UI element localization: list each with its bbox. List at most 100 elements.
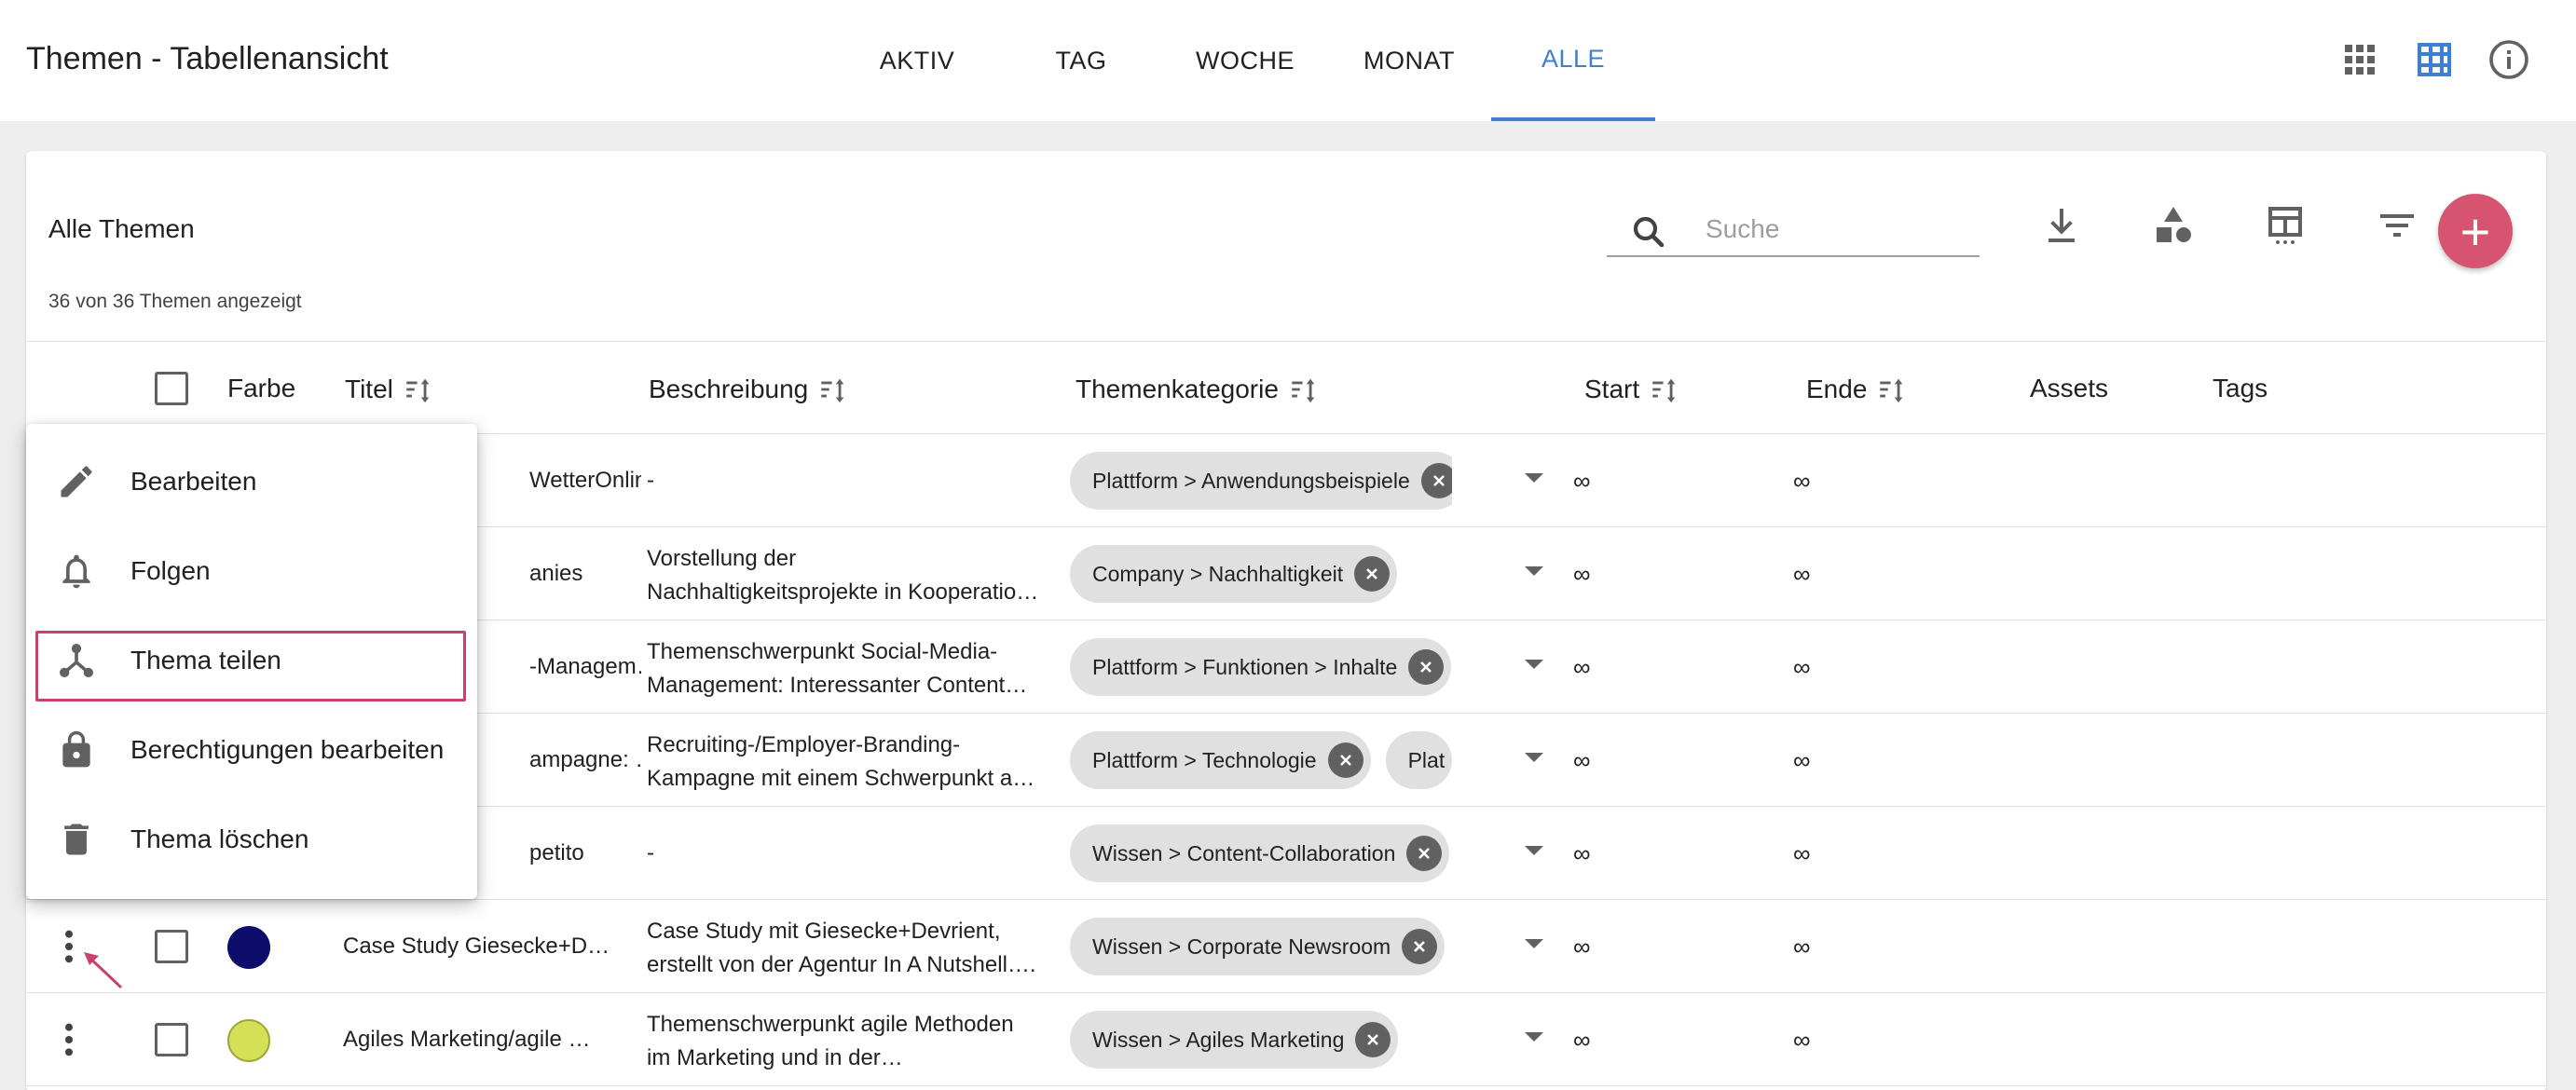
end-value: ∞	[1793, 466, 1811, 495]
category-chips: Wissen > Content-Collaboration	[1070, 807, 1452, 900]
remove-chip-icon[interactable]	[1402, 929, 1438, 964]
chip-label: Wissen > Corporate Newsroom	[1092, 933, 1391, 959]
category-chip[interactable]: Wissen > Corporate Newsroom	[1070, 918, 1446, 975]
category-dropdown-arrow-icon[interactable]	[1525, 566, 1543, 576]
category-chip[interactable]: Plattform > Technologie	[1070, 731, 1371, 789]
end-value: ∞	[1793, 1025, 1811, 1054]
sort-icon[interactable]	[1649, 374, 1680, 405]
category-chip[interactable]: Plattform > Funktionen > Inhalte	[1070, 638, 1452, 696]
column-header-start[interactable]: Start	[1584, 374, 1680, 405]
category-chip[interactable]: Plat	[1385, 731, 1452, 789]
category-chip[interactable]: Wissen > Content-Collaboration	[1070, 824, 1450, 882]
table-columns-icon[interactable]	[2263, 203, 2308, 248]
category-chips: Wissen > Corporate Newsroom	[1070, 900, 1452, 993]
start-value: ∞	[1573, 466, 1591, 495]
end-value: ∞	[1793, 652, 1811, 681]
column-header-assets: Assets	[2030, 374, 2108, 403]
more-actions-icon[interactable]	[60, 1021, 78, 1058]
tab-woche[interactable]: WOCHE	[1163, 0, 1327, 121]
description-line: Recruiting-/Employer-Branding-	[647, 732, 961, 757]
column-label: Assets	[2030, 374, 2109, 402]
description-line: im Marketing und in der…	[647, 1045, 903, 1070]
remove-chip-icon[interactable]	[1355, 1022, 1391, 1057]
row-checkbox[interactable]	[155, 930, 188, 963]
tab-alle[interactable]: ALLE	[1491, 0, 1655, 121]
menu-item-follow[interactable]: Folgen	[26, 526, 477, 616]
chip-label: Plattform > Anwendungsbeispiele	[1092, 468, 1410, 493]
column-header-title[interactable]: Titel	[345, 374, 434, 405]
add-theme-button[interactable]: +	[2438, 194, 2513, 268]
category-dropdown-arrow-icon[interactable]	[1525, 753, 1543, 762]
table-view-icon[interactable]	[2412, 37, 2457, 82]
download-icon[interactable]	[2039, 203, 2084, 248]
search-input[interactable]	[1706, 211, 1966, 248]
category-dropdown-arrow-icon[interactable]	[1525, 473, 1543, 483]
column-header-color[interactable]: Farbe	[227, 374, 295, 403]
menu-item-delete[interactable]: Thema löschen	[26, 795, 477, 884]
row-description: -	[647, 837, 1057, 870]
menu-label: Bearbeiten	[130, 467, 257, 496]
tab-aktiv[interactable]: AKTIV	[835, 0, 999, 121]
category-chip[interactable]: Company > Nachhaltigkeit	[1070, 545, 1398, 603]
menu-item-permissions[interactable]: Berechtigungen bearbeiten	[26, 705, 477, 795]
description-line: Kampagne mit einem Schwerpunkt a…	[647, 766, 1035, 791]
select-all-checkbox[interactable]	[155, 372, 188, 405]
category-dropdown-arrow-icon[interactable]	[1525, 1032, 1543, 1042]
description-line: -	[647, 840, 654, 865]
menu-label: Thema teilen	[130, 646, 281, 674]
filter-icon[interactable]	[2375, 203, 2419, 248]
description-line: Case Study mit Giesecke+Devrient,	[647, 919, 1001, 944]
column-label: Themenkategorie	[1076, 375, 1279, 403]
column-header-category[interactable]: Themenkategorie	[1076, 374, 1320, 405]
category-dropdown-arrow-icon[interactable]	[1525, 939, 1543, 948]
menu-label: Berechtigungen bearbeiten	[130, 735, 445, 764]
category-chips: Wissen > Agiles Marketing	[1070, 993, 1452, 1086]
column-header-tags: Tags	[2213, 374, 2268, 403]
chip-label: Wissen > Content-Collaboration	[1092, 840, 1396, 865]
tab-tag[interactable]: TAG	[999, 0, 1163, 121]
row-description: Vorstellung der Nachhaltigkeitsprojekte i…	[647, 542, 1057, 609]
table-row[interactable]: Agiles Marketing/agile … Themenschwerpun…	[26, 993, 2546, 1086]
sort-icon[interactable]	[1876, 374, 1908, 405]
sort-icon[interactable]	[403, 374, 434, 405]
column-header-description[interactable]: Beschreibung	[649, 374, 849, 405]
category-chip[interactable]: Wissen > Agiles Marketing	[1070, 1011, 1399, 1069]
end-value: ∞	[1793, 838, 1811, 867]
category-dropdown-arrow-icon[interactable]	[1525, 660, 1543, 669]
start-value: ∞	[1573, 838, 1591, 867]
category-dropdown-arrow-icon[interactable]	[1525, 846, 1543, 855]
chip-label: Plat	[1407, 747, 1446, 772]
sort-icon[interactable]	[1288, 374, 1320, 405]
remove-chip-icon[interactable]	[1354, 556, 1391, 592]
end-value: ∞	[1793, 745, 1811, 774]
row-title: Agiles Marketing/agile …	[343, 1027, 591, 1052]
category-chip[interactable]: Plattform > Anwendungsbeispiele	[1070, 452, 1452, 510]
grid-view-icon[interactable]	[2337, 37, 2382, 82]
tab-monat[interactable]: MONAT	[1327, 0, 1491, 121]
sort-icon[interactable]	[817, 374, 849, 405]
remove-chip-icon[interactable]	[1406, 836, 1443, 871]
more-actions-icon[interactable]	[60, 928, 78, 965]
page-title: Themen - Tabellenansicht	[26, 41, 389, 76]
start-value: ∞	[1573, 559, 1591, 588]
shapes-icon[interactable]	[2151, 203, 2196, 248]
description-line: Nachhaltigkeitsprojekte in Kooperatio…	[647, 579, 1039, 605]
column-header-end[interactable]: Ende	[1806, 374, 1908, 405]
row-description: Case Study mit Giesecke+Devrient, erstell…	[647, 915, 1057, 982]
color-dot	[227, 1019, 270, 1062]
table-row[interactable]: Case Study Giesecke+D… Case Study mit Gi…	[26, 900, 2546, 993]
remove-chip-icon[interactable]	[1408, 649, 1445, 685]
search-field	[1607, 203, 1980, 257]
category-chips: Company > Nachhaltigkeit	[1070, 527, 1452, 620]
chip-label: Plattform > Technologie	[1092, 747, 1317, 772]
column-label: Beschreibung	[649, 375, 809, 403]
info-icon[interactable]	[2487, 37, 2531, 82]
description-line: erstellt von der Agentur In A Nutshell….	[647, 952, 1036, 977]
remove-chip-icon[interactable]	[1420, 463, 1452, 498]
remove-chip-icon[interactable]	[1327, 743, 1363, 778]
row-checkbox[interactable]	[155, 1023, 188, 1056]
chip-label: Company > Nachhaltigkeit	[1092, 561, 1344, 586]
menu-item-edit[interactable]: Bearbeiten	[26, 437, 477, 526]
description-line: Themenschwerpunkt agile Methoden	[647, 1012, 1014, 1037]
menu-item-share[interactable]: Thema teilen	[26, 616, 477, 705]
